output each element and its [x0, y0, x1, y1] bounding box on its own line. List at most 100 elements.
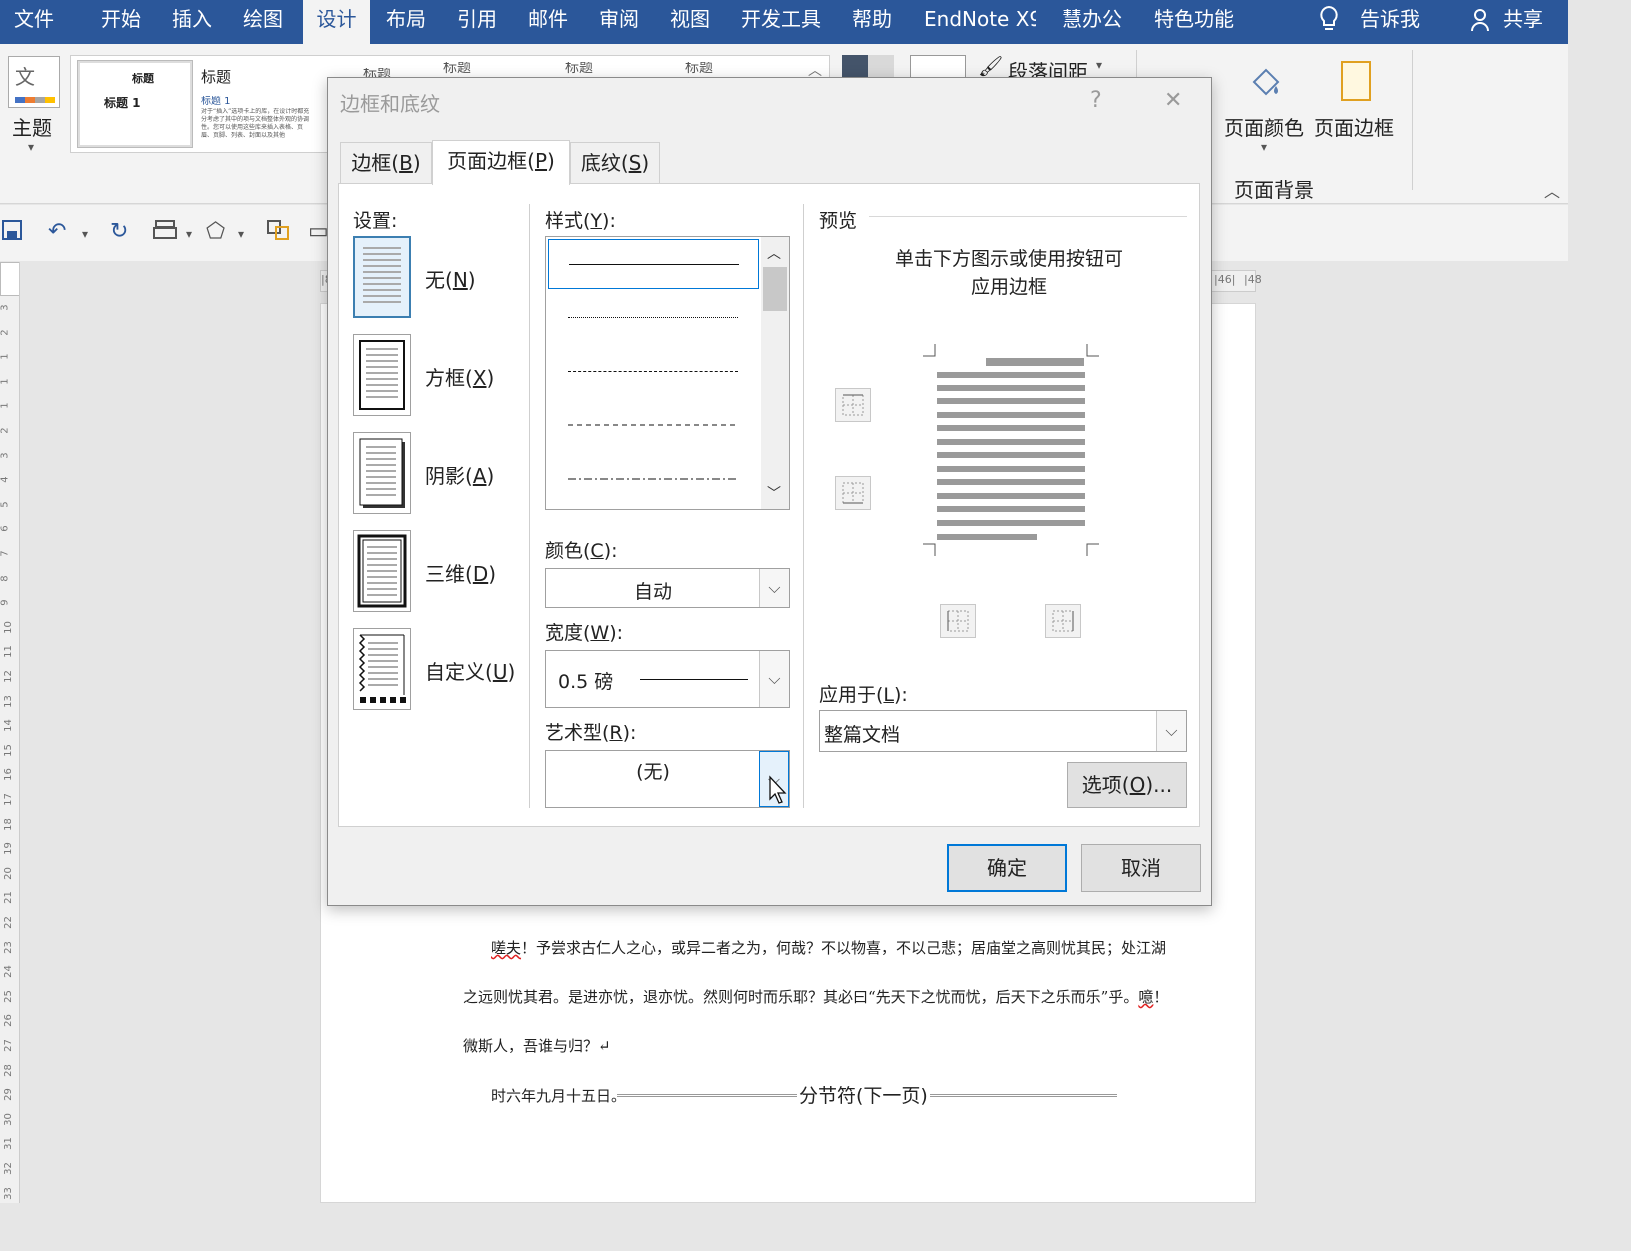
- group-separator: [1412, 50, 1413, 190]
- thumb-title[interactable]: 标题: [443, 62, 471, 74]
- page-preview[interactable]: [921, 342, 1101, 562]
- shapes-icon[interactable]: ⬠: [206, 219, 225, 244]
- setting-none-label[interactable]: 无(N): [425, 264, 476, 293]
- setting-3d-icon[interactable]: [353, 530, 411, 612]
- bottom-border-button[interactable]: [835, 476, 871, 510]
- ok-button[interactable]: 确定: [947, 844, 1067, 892]
- scroll-up-icon[interactable]: ︿: [767, 243, 781, 263]
- tab-insert[interactable]: 插入: [172, 0, 212, 44]
- line-style-list[interactable]: ︿ ﹀: [545, 236, 790, 510]
- help-button[interactable]: ?: [1090, 88, 1102, 113]
- page-color-button[interactable]: 页面颜色: [1224, 112, 1304, 141]
- cancel-button[interactable]: 取消: [1081, 844, 1201, 892]
- line-style-fine-dashed[interactable]: [548, 347, 759, 397]
- line-style-solid[interactable]: [548, 239, 759, 289]
- ruler-tick: 2: [0, 328, 11, 336]
- setting-none-icon[interactable]: [353, 236, 411, 318]
- borders-shading-dialog: 边框和底纹 ? ✕ 边框(B) 页面边框(P) 底纹(S) 设置: 无(N) 方…: [327, 77, 1212, 906]
- chevron-down-icon[interactable]: ⌵: [759, 651, 789, 707]
- spelling-error[interactable]: 嗟夫: [491, 939, 521, 957]
- setting-3d-label[interactable]: 三维(D): [425, 558, 496, 587]
- arrange-icon[interactable]: [266, 219, 290, 247]
- spelling-error[interactable]: 噫: [1138, 988, 1153, 1006]
- undo-dropdown-icon[interactable]: ▾: [82, 227, 88, 241]
- theme-button[interactable]: 主题: [12, 112, 52, 141]
- tab-design[interactable]: 设计: [303, 0, 370, 44]
- width-dropdown[interactable]: 0.5 磅 ⌵: [545, 650, 790, 708]
- setting-custom-icon[interactable]: [353, 628, 411, 710]
- tab-huibangong[interactable]: 慧办公: [1062, 0, 1122, 44]
- page-borders-button[interactable]: 页面边框: [1314, 112, 1394, 141]
- theme-icon[interactable]: 文: [8, 56, 60, 108]
- tell-me-search[interactable]: 告诉我: [1360, 0, 1420, 44]
- tab-special[interactable]: 特色功能: [1154, 0, 1234, 44]
- share-button[interactable]: 共享: [1503, 0, 1543, 44]
- textbox-icon[interactable]: ▭: [308, 219, 329, 244]
- tab-draw[interactable]: 绘图: [243, 0, 283, 44]
- mouse-cursor-icon: [769, 775, 787, 804]
- line-style-dotted[interactable]: [548, 293, 759, 343]
- theme-dropdown-icon[interactable]: ▾: [28, 140, 34, 154]
- paragraph-line-2[interactable]: 之远则忧其君。是进亦忧，退亦忧。然则何时而乐耶？其必曰“先天下之忧而忧，后天下之…: [463, 986, 1168, 1007]
- thumb-title[interactable]: 标题: [565, 62, 593, 74]
- ruler-tick: 25: [2, 989, 14, 1003]
- style-list-scrollbar[interactable]: ︿ ﹀: [761, 237, 789, 509]
- paragraph-line-4[interactable]: 时六年九月十五日。: [491, 1085, 626, 1106]
- shapes-dropdown-icon[interactable]: ▾: [238, 227, 244, 241]
- paragraph-line-1[interactable]: 嗟夫！予尝求古仁人之心，或异二者之为，何哉？不以物喜，不以己悲；居庙堂之高则忧其…: [491, 937, 1166, 958]
- redo-icon[interactable]: ↻: [110, 219, 128, 244]
- tab-endnote[interactable]: EndNote X9: [924, 0, 1036, 44]
- tab-help[interactable]: 帮助: [852, 0, 892, 44]
- left-border-button[interactable]: [940, 604, 976, 638]
- dialog-title: 边框和底纹: [340, 92, 440, 116]
- tab-references[interactable]: 引用: [457, 0, 497, 44]
- tab-home[interactable]: 开始: [101, 0, 141, 44]
- scrollbar-thumb[interactable]: [763, 267, 787, 311]
- style-set-thumb-2[interactable]: 标题 标题 1 对于“插入”选项卡上的库，在设计时都充分考虑了其中的项与文档整体…: [199, 60, 315, 148]
- style-set-thumb-1[interactable]: 标题 标题 1: [77, 60, 193, 148]
- print-layout-icon[interactable]: [152, 219, 178, 247]
- tab-mailings[interactable]: 邮件: [528, 0, 568, 44]
- tab-view[interactable]: 视图: [670, 0, 710, 44]
- tab-borders[interactable]: 边框(B): [340, 142, 432, 184]
- ruler-tick: 3: [0, 451, 11, 459]
- setting-shadow-icon[interactable]: [353, 432, 411, 514]
- line-style-dash-dot[interactable]: [548, 455, 759, 505]
- options-button[interactable]: 选项(O)...: [1067, 762, 1187, 808]
- undo-icon[interactable]: ↶: [48, 219, 66, 244]
- page-color-dropdown-icon[interactable]: ▾: [1261, 140, 1267, 154]
- paragraph-spacing-dropdown-icon[interactable]: ▾: [1096, 58, 1102, 72]
- ruler-tick: 1: [0, 353, 11, 360]
- tab-layout[interactable]: 布局: [386, 0, 426, 44]
- setting-custom-label[interactable]: 自定义(U): [425, 656, 515, 685]
- ruler-tick: 18: [2, 817, 14, 831]
- apply-to-dropdown[interactable]: 整篇文档 ⌵: [819, 710, 1187, 752]
- print-dropdown-icon[interactable]: ▾: [186, 227, 192, 241]
- scroll-down-icon[interactable]: ﹀: [767, 483, 781, 503]
- tab-shading[interactable]: 底纹(S): [570, 142, 660, 184]
- setting-box-icon[interactable]: [353, 334, 411, 416]
- tab-review[interactable]: 审阅: [599, 0, 639, 44]
- color-dropdown[interactable]: 自动 ⌵: [545, 568, 790, 608]
- thumb-title[interactable]: 标题: [685, 62, 713, 74]
- tab-file[interactable]: 文件: [14, 0, 54, 44]
- art-dropdown[interactable]: (无) ⌵: [545, 750, 790, 808]
- top-border-button[interactable]: [835, 388, 871, 422]
- ruler-tick: 9: [0, 599, 11, 606]
- vertical-ruler: 3 2 1 1 1 2 3 4 5 6 7 8 9 10 11 12 13 14 15 16 17 18 19 20 21 22 2…: [0, 262, 20, 1203]
- tab-developer[interactable]: 开发工具: [741, 0, 821, 44]
- setting-box-label[interactable]: 方框(X): [425, 362, 494, 391]
- save-icon[interactable]: [2, 219, 22, 247]
- collapse-ribbon-icon[interactable]: ︿: [1544, 178, 1560, 202]
- art-value: (无): [636, 761, 670, 783]
- setting-shadow-label[interactable]: 阴影(A): [425, 460, 494, 489]
- paragraph-line-3[interactable]: 微斯人，吾谁与归？↵: [463, 1035, 611, 1056]
- right-border-button[interactable]: [1045, 604, 1081, 638]
- ruler-tick: 15: [2, 743, 14, 757]
- tab-page-border[interactable]: 页面边框(P): [432, 140, 570, 185]
- line-style-dashed[interactable]: [548, 401, 759, 451]
- tab-selector[interactable]: [0, 262, 19, 296]
- close-button[interactable]: ✕: [1164, 88, 1182, 113]
- chevron-down-icon[interactable]: ⌵: [759, 569, 789, 607]
- chevron-down-icon[interactable]: ⌵: [1156, 711, 1186, 751]
